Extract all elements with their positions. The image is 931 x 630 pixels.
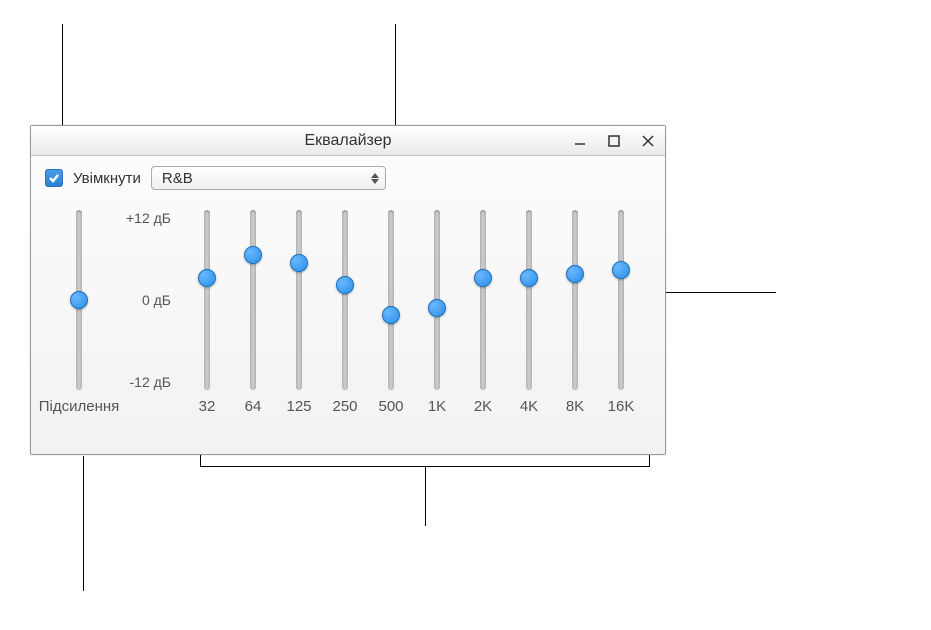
db-mid-label: 0 дБ	[109, 292, 171, 308]
equalizer-body: Підсилення +12 дБ 0 дБ -12 дБ 32 64 125 250…	[31, 196, 665, 450]
bands-section: 32 64 125 250 500 1K 2K 4K 8K 16K	[179, 206, 641, 438]
band-handle-4K[interactable]	[520, 269, 538, 287]
preamp-label: Підсилення	[39, 398, 120, 415]
band-slider-32[interactable]	[204, 210, 210, 390]
band-handle-1K[interactable]	[428, 299, 446, 317]
band-slider-16K[interactable]	[618, 210, 624, 390]
band-handle-64[interactable]	[244, 246, 262, 264]
band-slider-2K[interactable]	[480, 210, 486, 390]
preset-selected-value: R&B	[162, 170, 193, 187]
band-2K: 2K	[463, 206, 503, 438]
band-handle-32[interactable]	[198, 269, 216, 287]
dropdown-arrows-icon	[371, 173, 379, 184]
band-freq-label: 500	[378, 398, 403, 415]
titlebar: Еквалайзер	[31, 126, 665, 156]
band-1K: 1K	[417, 206, 457, 438]
band-freq-label: 32	[199, 398, 216, 415]
enable-checkbox[interactable]	[45, 169, 63, 187]
callout-line-preamp	[83, 456, 84, 591]
preset-select[interactable]: R&B	[151, 166, 386, 190]
band-4K: 4K	[509, 206, 549, 438]
band-freq-label: 1K	[428, 398, 446, 415]
band-handle-125[interactable]	[290, 254, 308, 272]
maximize-button[interactable]	[603, 130, 625, 152]
enable-label: Увімкнути	[73, 170, 141, 187]
band-handle-16K[interactable]	[612, 261, 630, 279]
band-freq-label: 4K	[520, 398, 538, 415]
preamp-section: Підсилення	[49, 206, 109, 438]
callout-bracket-bands	[200, 455, 650, 467]
band-125: 125	[279, 206, 319, 438]
preamp-slider[interactable]	[76, 210, 82, 390]
db-scale-labels: +12 дБ 0 дБ -12 дБ	[109, 210, 179, 390]
band-64: 64	[233, 206, 273, 438]
band-slider-250[interactable]	[342, 210, 348, 390]
close-button[interactable]	[637, 130, 659, 152]
band-slider-64[interactable]	[250, 210, 256, 390]
band-handle-8K[interactable]	[566, 265, 584, 283]
band-500: 500	[371, 206, 411, 438]
band-freq-label: 8K	[566, 398, 584, 415]
window-controls	[569, 130, 659, 152]
band-freq-label: 16K	[608, 398, 635, 415]
band-freq-label: 2K	[474, 398, 492, 415]
band-slider-125[interactable]	[296, 210, 302, 390]
band-8K: 8K	[555, 206, 595, 438]
band-32: 32	[187, 206, 227, 438]
equalizer-window: Еквалайзер Увімкнути R&B	[30, 125, 666, 455]
controls-row: Увімкнути R&B	[31, 156, 665, 196]
window-title: Еквалайзер	[304, 132, 391, 150]
db-min-label: -12 дБ	[109, 374, 171, 390]
band-handle-2K[interactable]	[474, 269, 492, 287]
band-slider-4K[interactable]	[526, 210, 532, 390]
db-max-label: +12 дБ	[109, 210, 171, 226]
band-250: 250	[325, 206, 365, 438]
band-freq-label: 125	[286, 398, 311, 415]
band-slider-1K[interactable]	[434, 210, 440, 390]
minimize-button[interactable]	[569, 130, 591, 152]
band-freq-label: 250	[332, 398, 357, 415]
band-slider-500[interactable]	[388, 210, 394, 390]
band-16K: 16K	[601, 206, 641, 438]
band-freq-label: 64	[245, 398, 262, 415]
preamp-handle[interactable]	[70, 291, 88, 309]
band-handle-500[interactable]	[382, 306, 400, 324]
band-handle-250[interactable]	[336, 276, 354, 294]
band-slider-8K[interactable]	[572, 210, 578, 390]
